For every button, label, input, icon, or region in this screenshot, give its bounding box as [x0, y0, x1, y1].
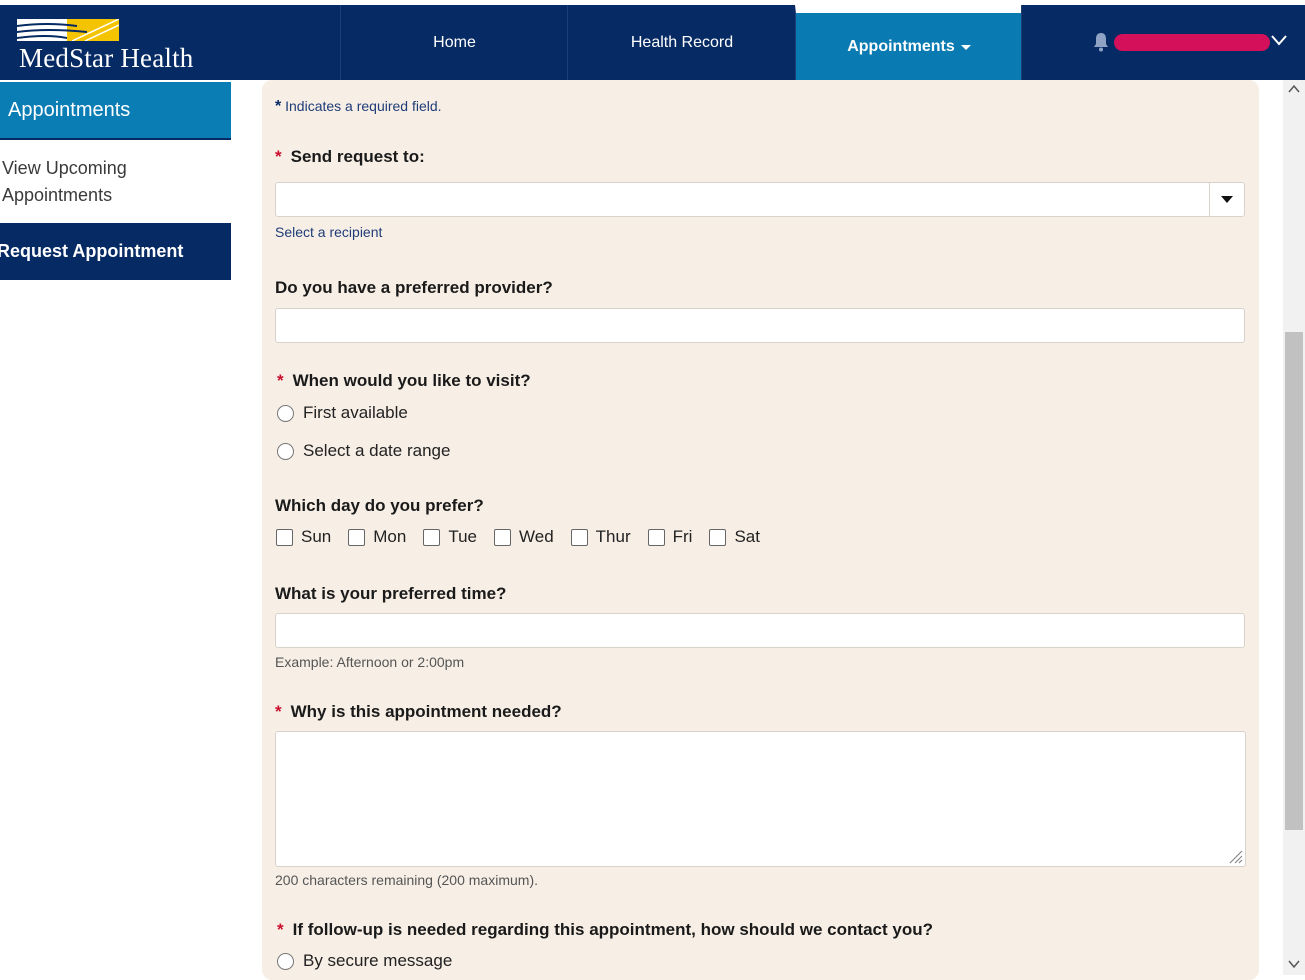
- user-name-redacted: [1114, 34, 1270, 51]
- visit-label: * When would you like to visit?: [277, 371, 531, 391]
- checkbox-label: Fri: [672, 527, 693, 546]
- checkbox-mon[interactable]: Mon: [348, 527, 406, 547]
- sidebar-item-view-upcoming[interactable]: View Upcoming Appointments: [2, 155, 202, 209]
- chevron-up-icon[interactable]: [1288, 84, 1300, 94]
- reason-label: * Why is this appointment needed?: [275, 702, 562, 722]
- checkbox-box[interactable]: [494, 528, 511, 546]
- checkbox-label: Tue: [448, 527, 477, 546]
- radio-circle[interactable]: [277, 442, 294, 460]
- time-hint: Example: Afternoon or 2:00pm: [275, 654, 465, 670]
- chevron-down-icon[interactable]: [1288, 959, 1300, 969]
- nav-home[interactable]: Home: [340, 5, 568, 80]
- checkbox-fri[interactable]: Fri: [647, 527, 693, 547]
- nav-appointments-label: Appointments: [847, 37, 955, 55]
- checkbox-label: Thur: [595, 527, 631, 546]
- required-field-note: * Indicates a required field.: [275, 98, 442, 116]
- required-note-text: Indicates a required field.: [285, 98, 442, 114]
- medstar-logo[interactable]: MedStar Health: [17, 19, 217, 77]
- reason-counter: 200 characters remaining (200 maximum).: [275, 872, 538, 888]
- radio-circle[interactable]: [277, 952, 294, 970]
- dropdown-arrow-icon[interactable]: [1209, 183, 1244, 216]
- day-checkboxes: Sun Mon Tue Wed Thur Fri Sat: [276, 527, 777, 547]
- nav-health-record[interactable]: Health Record: [567, 5, 796, 80]
- checkbox-box[interactable]: [647, 528, 665, 546]
- checkbox-box[interactable]: [348, 528, 366, 546]
- medstar-logo-mark-icon: [17, 19, 119, 41]
- visit-label-text: When would you like to visit?: [292, 371, 531, 390]
- provider-label: Do you have a preferred provider?: [275, 278, 553, 297]
- checkbox-sun[interactable]: Sun: [276, 527, 331, 547]
- required-marker: *: [275, 702, 282, 721]
- user-menu[interactable]: [1021, 5, 1305, 80]
- checkbox-thur[interactable]: Thur: [570, 527, 631, 547]
- checkbox-box[interactable]: [570, 528, 588, 546]
- brand-name: MedStar Health: [19, 43, 194, 73]
- checkbox-tue[interactable]: Tue: [423, 527, 477, 547]
- time-label: What is your preferred time?: [275, 584, 507, 603]
- checkbox-box[interactable]: [276, 528, 293, 546]
- required-marker: *: [275, 147, 282, 166]
- caret-down-icon: [960, 45, 971, 50]
- send-to-label-text: Send request to:: [290, 147, 425, 166]
- bell-icon[interactable]: [1092, 32, 1110, 52]
- checkbox-label: Sat: [734, 527, 760, 546]
- chevron-down-icon[interactable]: [1271, 34, 1287, 46]
- send-to-hint: Select a recipient: [275, 224, 383, 240]
- sidebar-item-request-appointment[interactable]: Request Appointment: [0, 223, 231, 280]
- reason-label-text: Why is this appointment needed?: [290, 702, 562, 721]
- provider-input[interactable]: [275, 308, 1245, 343]
- radio-first-available[interactable]: First available: [277, 403, 408, 423]
- followup-label: * If follow-up is needed regarding this a…: [277, 920, 933, 940]
- checkbox-label: Sun: [301, 527, 332, 546]
- required-marker: *: [275, 98, 282, 115]
- sidebar-item-label: Request Appointment: [0, 241, 184, 261]
- followup-label-text: If follow-up is needed regarding this ap…: [292, 920, 933, 939]
- required-marker: *: [277, 920, 284, 939]
- page-scrollbar[interactable]: [1283, 80, 1305, 975]
- checkbox-box[interactable]: [423, 528, 441, 546]
- radio-label: Select a date range: [303, 441, 451, 460]
- reason-textarea[interactable]: [275, 731, 1246, 867]
- send-to-select[interactable]: [275, 182, 1245, 217]
- radio-secure-message[interactable]: By secure message: [277, 951, 452, 971]
- radio-select-date-range[interactable]: Select a date range: [277, 441, 450, 461]
- checkbox-sat[interactable]: Sat: [709, 527, 760, 547]
- nav-appointments[interactable]: Appointments: [795, 5, 1022, 80]
- send-to-label: * Send request to:: [275, 147, 425, 167]
- radio-label: First available: [303, 403, 408, 422]
- day-label: Which day do you prefer?: [275, 496, 484, 515]
- checkbox-box[interactable]: [709, 528, 727, 546]
- sidebar-heading: Appointments: [0, 82, 231, 140]
- time-input[interactable]: [275, 613, 1245, 648]
- radio-circle[interactable]: [277, 404, 294, 422]
- radio-label: By secure message: [303, 951, 453, 970]
- checkbox-label: Mon: [373, 527, 407, 546]
- checkbox-wed[interactable]: Wed: [494, 527, 554, 547]
- required-marker: *: [277, 371, 284, 390]
- resize-grip-icon[interactable]: [1227, 848, 1243, 864]
- checkbox-label: Wed: [519, 527, 554, 546]
- scrollbar-thumb[interactable]: [1285, 332, 1303, 830]
